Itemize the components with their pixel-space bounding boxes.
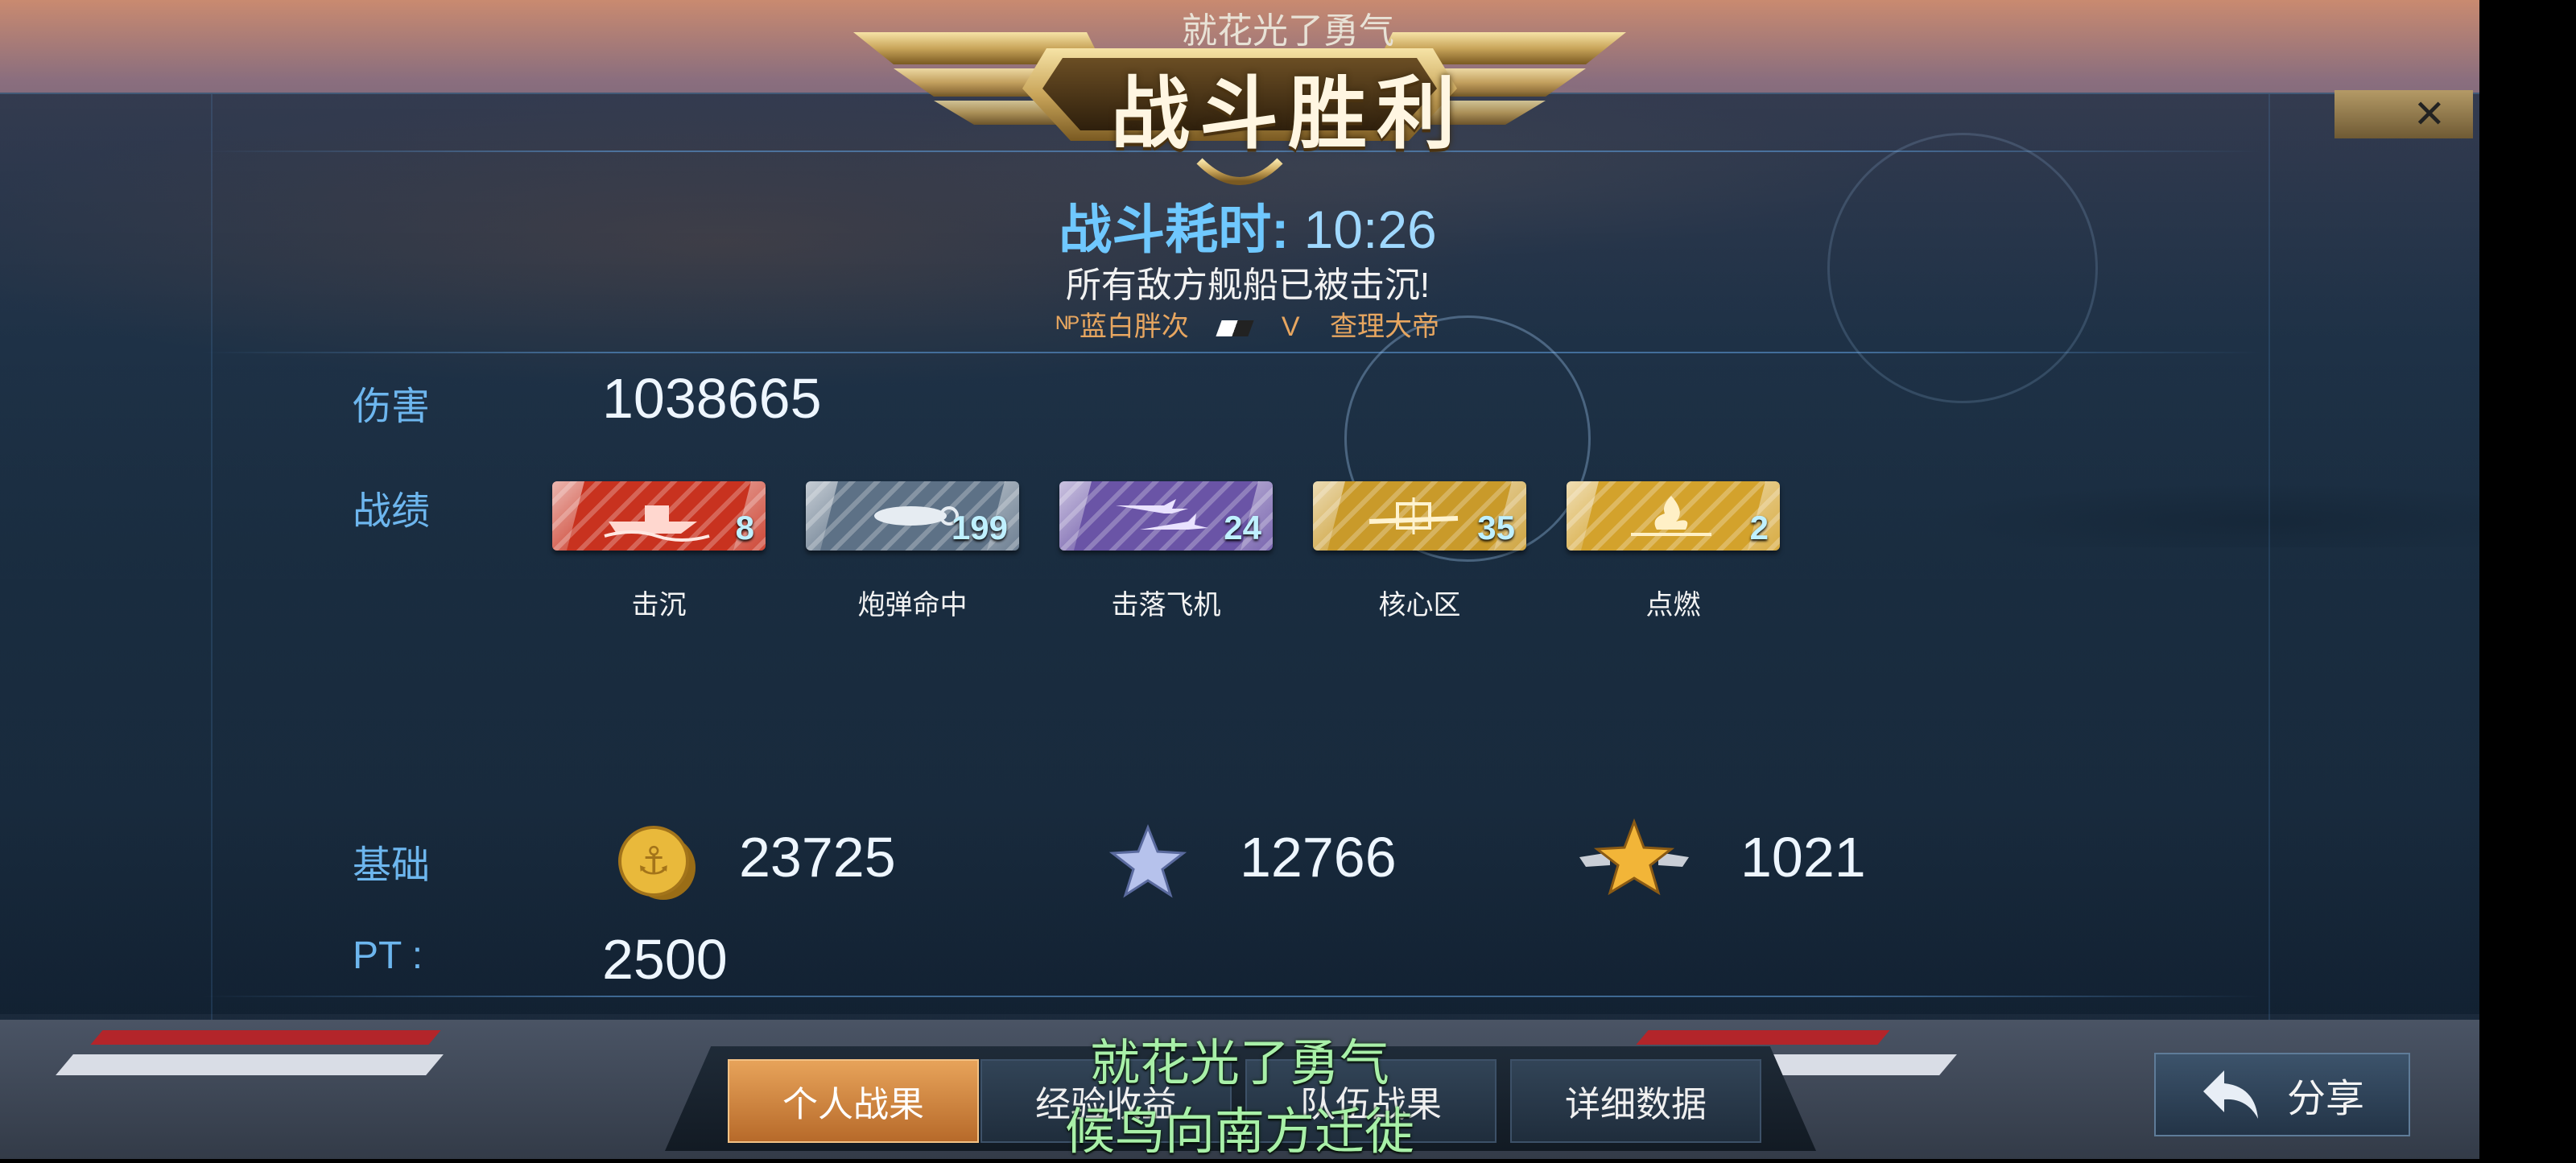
- medal-count: 2: [1749, 509, 1769, 546]
- fire-icon: [1631, 496, 1711, 536]
- lyrics-line-1: 就花光了勇气: [1089, 1036, 1389, 1091]
- base-label: 基础: [353, 844, 431, 887]
- commander-exp-value: 1021: [1740, 826, 1866, 889]
- medal-count: 199: [951, 509, 1008, 546]
- pt-value: 2500: [602, 928, 728, 991]
- medal-label: 炮弹命中: [857, 590, 968, 621]
- medal-label: 核心区: [1378, 590, 1461, 621]
- medal-citadel[interactable]: 35: [1313, 481, 1526, 551]
- share-label: 分享: [2286, 1078, 2364, 1120]
- medal-sink[interactable]: 8: [552, 481, 766, 551]
- player-left: ᴺᴾ蓝白胖次: [1056, 311, 1189, 342]
- share-arrow-icon: [2202, 1070, 2258, 1119]
- player-right: 查理大帝: [1329, 311, 1439, 342]
- lyrics-line-2: 候鸟向南方迁徙: [1064, 1104, 1414, 1160]
- medal-count: 24: [1224, 509, 1261, 546]
- commander-exp-icon: [1579, 818, 1689, 896]
- plane-down-icon: [1116, 499, 1208, 530]
- duration-value: 10:26: [1303, 200, 1437, 259]
- close-icon: ✕: [2413, 92, 2446, 137]
- screen-edge: [2479, 0, 2576, 1159]
- close-button[interactable]: ✕: [2334, 90, 2473, 138]
- coins-value: 23725: [739, 826, 896, 889]
- flag-icon: [1216, 320, 1254, 337]
- tab-personal-results[interactable]: 个人战果: [728, 1059, 979, 1143]
- pt-label: PT :: [353, 934, 423, 977]
- shell-hit-icon: [874, 506, 959, 526]
- ship-sink-icon: [604, 505, 710, 542]
- medal-fire[interactable]: 2: [1567, 481, 1780, 551]
- exp-star-icon: [1109, 823, 1187, 898]
- result-text: 所有敌方舰船已被击沉!: [1065, 266, 1430, 305]
- medal-label: 击沉: [631, 590, 687, 621]
- medal-planes-downed[interactable]: 24: [1059, 481, 1273, 551]
- medal-label: 点燃: [1645, 590, 1701, 621]
- share-button[interactable]: 分享: [2154, 1053, 2410, 1136]
- medal-shell-hit[interactable]: 199: [806, 481, 1019, 551]
- top-caption: 就花光了勇气: [1182, 11, 1394, 51]
- matchup: ᴺᴾ蓝白胖次 V 查理大帝: [886, 304, 1610, 344]
- citadel-icon: [1368, 497, 1459, 534]
- target-ring: [1827, 133, 2098, 403]
- damage-label: 伤害: [353, 386, 431, 428]
- medal-label: 击落飞机: [1111, 590, 1221, 621]
- record-label: 战绩: [353, 490, 431, 533]
- medal-count: 8: [735, 509, 754, 546]
- medal-count: 35: [1477, 509, 1515, 546]
- tab-detailed-data[interactable]: 详细数据: [1510, 1059, 1761, 1143]
- svg-text:⚓: ⚓: [636, 839, 671, 884]
- victory-title: 战斗胜利: [1110, 68, 1465, 160]
- damage-value: 1038665: [602, 367, 822, 430]
- exp-value: 12766: [1240, 826, 1397, 889]
- duration-label: 战斗耗时:: [1059, 200, 1290, 259]
- coin-icon: ⚓: [618, 826, 696, 900]
- battle-duration: 战斗耗时: 10:26: [886, 187, 1610, 264]
- versus-label: V: [1281, 311, 1300, 342]
